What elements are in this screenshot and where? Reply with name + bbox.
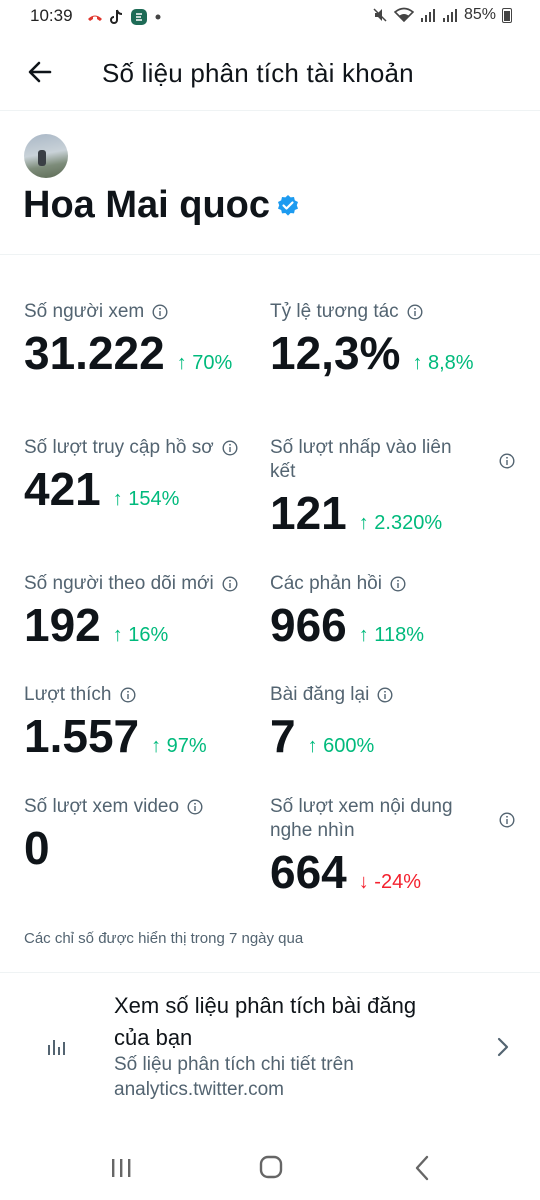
back-arrow-icon: [28, 61, 52, 83]
metric-value: 192: [24, 599, 101, 651]
status-bar: 10:39 85%: [0, 0, 540, 34]
metric-profile-visits: Số lượt truy cập hồ sơ 421 ↑ 154%: [24, 436, 238, 516]
metric-video-views: Số lượt xem video 0: [24, 795, 203, 875]
info-icon[interactable]: [187, 799, 203, 815]
metric-value: 12,3%: [270, 327, 401, 379]
metric-label: Lượt thích: [24, 684, 112, 705]
info-icon[interactable]: [222, 576, 238, 592]
status-time: 10:39: [30, 6, 73, 25]
metric-engagement-rate: Tỷ lệ tương tác 12,3% ↑ 8,8%: [270, 300, 474, 380]
section-divider: [0, 972, 540, 973]
bar-chart-icon: [48, 1040, 65, 1055]
notification-icons: [86, 8, 162, 26]
metric-change: ↑ 2.320%: [358, 512, 443, 534]
metric-label: Tỷ lệ tương tác: [270, 301, 399, 322]
system-back-button[interactable]: [402, 1150, 442, 1186]
metric-change: ↑ 8,8%: [412, 352, 474, 374]
metric-link-clicks: Số lượt nhấp vào liên kết 121 ↑ 2.320%: [270, 436, 520, 540]
metric-label: Các phản hồi: [270, 573, 382, 594]
metric-label: Số người theo dõi mới: [24, 573, 214, 594]
metric-reposts: Bài đăng lại 7 ↑ 600%: [270, 683, 393, 763]
metric-change: ↑ 70%: [176, 352, 233, 374]
battery-icon: [502, 7, 512, 23]
metric-value: 421: [24, 463, 101, 515]
profile-name: Hoa Mai quoc: [23, 184, 271, 226]
missed-call-icon: [88, 15, 102, 21]
home-icon: [259, 1155, 283, 1179]
system-nav-bar: [0, 1136, 540, 1200]
footnote: Các chỉ số được hiển thị trong 7 ngày qu…: [24, 930, 304, 947]
metric-viewers: Số người xem 31.222 ↑ 70%: [24, 300, 232, 380]
signal-icon-2: [442, 9, 457, 22]
info-icon[interactable]: [390, 576, 406, 592]
cta-title-line2: của bạn: [114, 1025, 193, 1050]
status-right: 85%: [372, 6, 512, 24]
profile-divider: [0, 254, 540, 255]
metric-likes: Lượt thích 1.557 ↑ 97%: [24, 683, 207, 763]
post-analytics-link[interactable]: Xem số liệu phân tích bài đăng của bạn S…: [0, 980, 540, 1110]
avatar[interactable]: [24, 134, 68, 178]
cta-subtitle: Số liệu phân tích chi tiết trên analytic…: [114, 1052, 474, 1102]
info-icon[interactable]: [152, 304, 168, 320]
info-icon[interactable]: [119, 687, 136, 703]
cta-subtitle-line2: analytics.twitter.com: [114, 1079, 284, 1100]
metric-label: Số người xem: [24, 301, 145, 322]
profile-name-row: Hoa Mai quoc: [23, 184, 300, 227]
verified-badge-icon: [278, 194, 299, 216]
recents-icon: [112, 1159, 131, 1177]
metric-label: Số lượt truy cập hồ sơ: [24, 437, 214, 458]
metric-label-line2: nghe nhìn: [270, 820, 355, 841]
metric-value: 966: [270, 599, 347, 651]
home-button[interactable]: [251, 1150, 291, 1186]
metric-value: 664: [270, 846, 347, 898]
metric-change: ↑ 600%: [307, 735, 375, 757]
metric-change: ↑ 16%: [112, 624, 169, 646]
info-icon[interactable]: [407, 304, 423, 320]
info-icon[interactable]: [222, 440, 238, 456]
cta-subtitle-line1: Số liệu phân tích chi tiết trên: [114, 1054, 354, 1075]
mute-icon: [373, 8, 387, 22]
wifi-icon: [393, 7, 414, 23]
metric-value: 31.222: [24, 327, 165, 379]
metric-value: 7: [270, 710, 296, 762]
cta-title-line1: Xem số liệu phân tích bài đăng: [114, 993, 417, 1018]
app-icon: [131, 9, 147, 25]
cta-title: Xem số liệu phân tích bài đăng của bạn: [114, 990, 474, 1054]
battery-percent: 85%: [463, 6, 496, 23]
info-icon[interactable]: [499, 812, 515, 828]
metric-label: Bài đăng lại: [270, 684, 370, 705]
back-icon: [415, 1155, 429, 1181]
metric-new-followers: Số người theo dõi mới 192 ↑ 16%: [24, 572, 238, 652]
metric-label-line1: Số lượt xem nội dung: [270, 796, 453, 817]
back-button[interactable]: [22, 54, 58, 90]
metric-value: 1.557: [24, 710, 140, 762]
metric-media-views: Số lượt xem nội dung nghe nhìn 664 ↓ -24…: [270, 795, 520, 899]
dot-icon: [155, 14, 161, 20]
info-icon[interactable]: [377, 687, 393, 703]
metric-value: 0: [24, 822, 50, 874]
metric-label: Số lượt xem video: [24, 796, 180, 817]
metric-value: 121: [270, 487, 347, 539]
metric-label-line1: Số lượt nhấp vào liên: [270, 437, 452, 458]
header: Số liệu phân tích tài khoản: [0, 36, 540, 111]
chevron-right-icon: [497, 1037, 509, 1057]
metric-change: ↑ 97%: [151, 735, 207, 757]
metric-change: ↓ -24%: [358, 871, 421, 893]
signal-icon: [420, 9, 435, 22]
page-title: Số liệu phân tích tài khoản: [102, 58, 414, 88]
metric-replies: Các phản hồi 966 ↑ 118%: [270, 572, 424, 652]
info-icon[interactable]: [499, 453, 515, 469]
metric-change: ↑ 118%: [358, 624, 424, 646]
tiktok-icon: [110, 9, 123, 24]
metric-change: ↑ 154%: [112, 488, 180, 510]
recents-button[interactable]: [101, 1150, 141, 1186]
metric-label-line2: kết: [270, 461, 296, 482]
